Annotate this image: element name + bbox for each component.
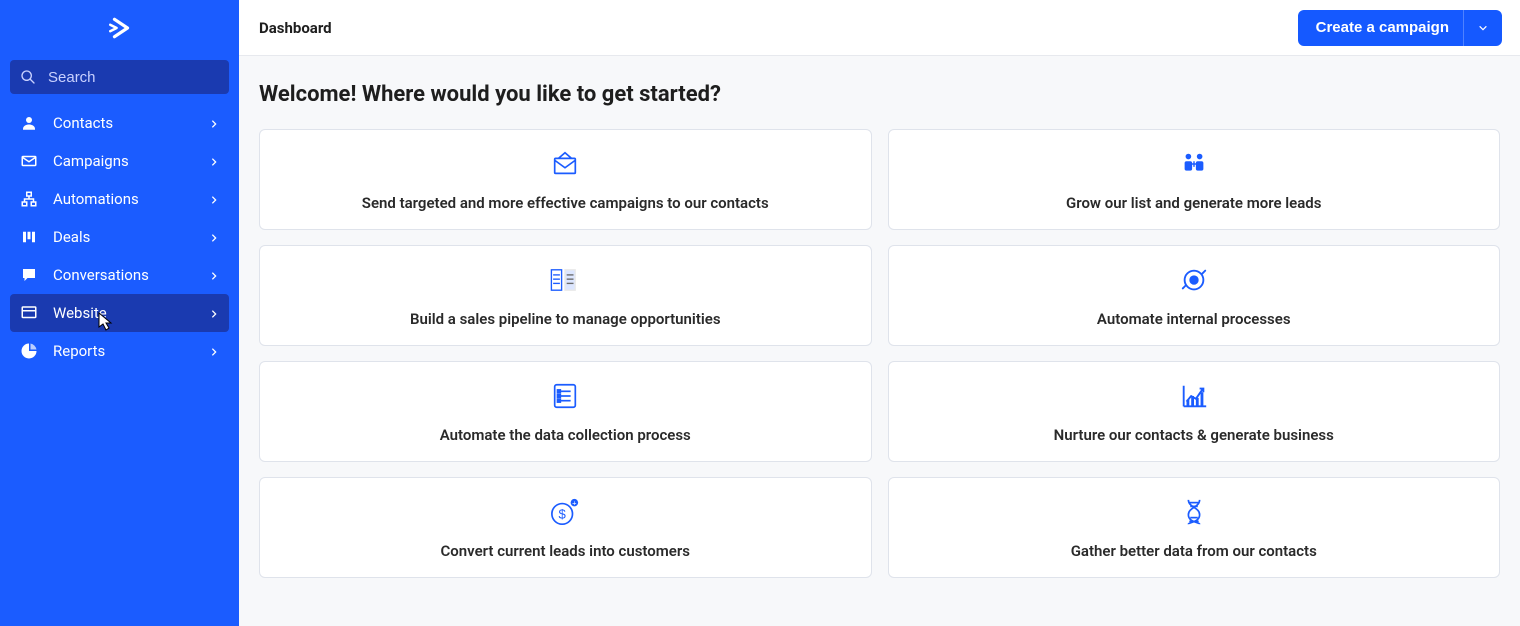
person-icon bbox=[20, 114, 38, 132]
card-convert-leads[interactable]: $ + Convert current leads into customers bbox=[259, 477, 872, 578]
card-sales-pipeline[interactable]: Build a sales pipeline to manage opportu… bbox=[259, 245, 872, 346]
chat-icon bbox=[20, 266, 38, 284]
sidebar-item-label: Contacts bbox=[53, 114, 209, 132]
card-label: Automate the data collection process bbox=[440, 426, 691, 444]
create-campaign-label: Create a campaign bbox=[1316, 19, 1449, 36]
sidebar-item-label: Website bbox=[53, 304, 209, 322]
sidebar-item-label: Reports bbox=[53, 342, 209, 360]
card-label: Nurture our contacts & generate business bbox=[1054, 426, 1334, 444]
topbar: Dashboard Create a campaign bbox=[239, 0, 1520, 56]
card-label: Automate internal processes bbox=[1097, 310, 1291, 328]
create-campaign-button[interactable]: Create a campaign bbox=[1298, 10, 1502, 46]
dollar-icon: $ + bbox=[549, 496, 581, 528]
card-send-campaigns[interactable]: Send targeted and more effective campaig… bbox=[259, 129, 872, 230]
sidebar: Contacts Campaigns Automations bbox=[0, 0, 239, 626]
card-label: Build a sales pipeline to manage opportu… bbox=[410, 310, 721, 328]
caret-down-icon[interactable] bbox=[1463, 10, 1502, 46]
mail-icon bbox=[20, 152, 38, 170]
chevron-right-icon bbox=[209, 190, 219, 209]
envelope-icon bbox=[550, 148, 580, 180]
svg-text:$: $ bbox=[559, 506, 567, 521]
sidebar-item-label: Automations bbox=[53, 190, 209, 208]
sidebar-item-label: Conversations bbox=[53, 266, 209, 284]
sidebar-item-automations[interactable]: Automations bbox=[10, 180, 229, 218]
pipeline-icon bbox=[548, 264, 582, 296]
svg-text:+: + bbox=[572, 498, 577, 507]
sidebar-item-reports[interactable]: Reports bbox=[10, 332, 229, 370]
search-input[interactable] bbox=[46, 68, 219, 87]
search-container[interactable] bbox=[10, 60, 229, 94]
content-area: Welcome! Where would you like to get sta… bbox=[239, 56, 1520, 578]
hierarchy-icon bbox=[20, 190, 38, 208]
chevron-right-icon bbox=[209, 266, 219, 285]
chevron-right-icon bbox=[209, 228, 219, 247]
sidebar-nav: Contacts Campaigns Automations bbox=[0, 99, 239, 370]
main: Dashboard Create a campaign Welcome! Whe… bbox=[239, 0, 1520, 626]
card-label: Grow our list and generate more leads bbox=[1066, 194, 1321, 212]
sidebar-item-contacts[interactable]: Contacts bbox=[10, 104, 229, 142]
chart-icon bbox=[1179, 380, 1209, 412]
welcome-heading: Welcome! Where would you like to get sta… bbox=[259, 82, 1500, 107]
card-automate-processes[interactable]: Automate internal processes bbox=[888, 245, 1501, 346]
people-icon bbox=[1179, 148, 1209, 180]
chevron-right-icon bbox=[209, 114, 219, 133]
sidebar-item-label: Deals bbox=[53, 228, 209, 246]
sidebar-item-website[interactable]: Website bbox=[10, 294, 229, 332]
chevron-right-icon bbox=[209, 342, 219, 361]
card-label: Gather better data from our contacts bbox=[1071, 542, 1317, 560]
dna-icon bbox=[1181, 496, 1207, 528]
pie-icon bbox=[20, 342, 38, 360]
sidebar-item-deals[interactable]: Deals bbox=[10, 218, 229, 256]
card-label: Convert current leads into customers bbox=[441, 542, 690, 560]
site-icon bbox=[20, 304, 38, 322]
card-grow-list[interactable]: Grow our list and generate more leads bbox=[888, 129, 1501, 230]
chevron-right-icon bbox=[209, 152, 219, 171]
sidebar-item-label: Campaigns bbox=[53, 152, 209, 170]
chevron-right-icon bbox=[209, 304, 219, 323]
search-icon bbox=[20, 69, 36, 85]
form-icon bbox=[550, 380, 580, 412]
logo[interactable] bbox=[0, 0, 239, 55]
page-title: Dashboard bbox=[259, 19, 332, 37]
logo-icon bbox=[108, 15, 134, 41]
sidebar-item-conversations[interactable]: Conversations bbox=[10, 256, 229, 294]
bars-icon bbox=[20, 228, 38, 246]
onboarding-cards: Send targeted and more effective campaig… bbox=[259, 129, 1500, 578]
card-label: Send targeted and more effective campaig… bbox=[362, 194, 769, 212]
gear-icon bbox=[1179, 264, 1209, 296]
card-gather-data[interactable]: Gather better data from our contacts bbox=[888, 477, 1501, 578]
card-automate-data-collection[interactable]: Automate the data collection process bbox=[259, 361, 872, 462]
card-nurture-contacts[interactable]: Nurture our contacts & generate business bbox=[888, 361, 1501, 462]
sidebar-item-campaigns[interactable]: Campaigns bbox=[10, 142, 229, 180]
